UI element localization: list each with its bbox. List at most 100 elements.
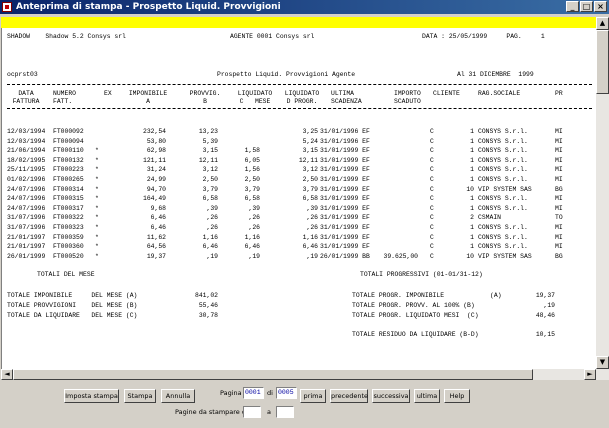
col-header-pr: PR <box>555 90 563 97</box>
cell-c: C <box>430 185 434 193</box>
cell-imp: 164,49 <box>142 195 166 203</box>
scroll-right-icon[interactable]: ► <box>584 369 596 380</box>
cell-imp: 6,46 <box>150 224 166 231</box>
cell-ex: * <box>95 176 99 183</box>
cell-liqp: 3,12 <box>302 166 318 174</box>
cell-scad: 31/01/1999 EF <box>320 156 370 164</box>
cell-pr: MI <box>555 147 563 155</box>
cell-data: 21/01/1997 <box>7 243 46 251</box>
horizontal-scroll-thumb[interactable] <box>13 369 533 380</box>
cell-imp: 53,80 <box>146 137 166 145</box>
report-period: Al 31 DICEMBRE 1999 <box>457 71 534 78</box>
cell-c: C <box>430 128 434 135</box>
print-from-field[interactable] <box>243 406 261 418</box>
cell-cli: 1 <box>470 156 474 164</box>
cell-data: 24/07/1996 <box>7 204 46 212</box>
vertical-scroll-thumb[interactable] <box>596 30 609 94</box>
total-month-label: TOTALE IMPONIBILE DEL MESE (A) <box>7 292 138 299</box>
cell-num: FT000359 <box>53 233 84 241</box>
total-month-label: TOTALE PROVVIGIONI DEL MESE (B) <box>7 302 138 309</box>
cell-num: FT000314 <box>53 185 84 193</box>
cell-data: 24/07/1996 <box>7 195 46 203</box>
maximize-icon[interactable]: □ <box>580 1 593 12</box>
cell-num: FT000265 <box>53 176 84 183</box>
page-total-field[interactable]: 0005 <box>276 387 297 399</box>
close-icon[interactable]: × <box>594 1 607 12</box>
scroll-up-icon[interactable]: ▲ <box>596 17 609 30</box>
cell-num: FT000360 <box>53 243 84 251</box>
cell-liqm: 1,58 <box>244 147 260 155</box>
cell-c: C <box>430 147 434 155</box>
cell-cli: 1 <box>470 204 474 212</box>
cell-pr: MI <box>555 166 563 174</box>
cell-c: C <box>430 137 434 145</box>
cell-ex: * <box>95 252 99 260</box>
cell-rag: CONSYS S.r.l. <box>478 176 528 183</box>
cell-rag: VIP SYSTEM SAS <box>478 252 532 260</box>
cell-num: FT000092 <box>53 128 84 135</box>
cell-liqm: 1,16 <box>244 233 260 241</box>
cell-rag: CONSYS S.r.l. <box>478 128 528 135</box>
cell-cli: 1 <box>470 128 474 135</box>
cell-liqp: ,26 <box>306 224 318 231</box>
report-preview: SHADOW Shadow 5.2 Consys srl AGENTE 0001… <box>1 28 597 381</box>
cell-liqp: 3,79 <box>302 185 318 193</box>
cell-rag: CONSYS S.r.l. <box>478 243 528 251</box>
successiva-button[interactable]: successiva <box>372 389 410 403</box>
cell-liqm: 1,56 <box>244 166 260 174</box>
cell-ex: * <box>95 147 99 155</box>
cell-imp: 9,68 <box>150 204 166 212</box>
cell-prov: 1,16 <box>202 233 218 241</box>
stampa-button[interactable]: Stampa <box>124 389 156 403</box>
annulla-button[interactable]: Annulla <box>161 389 195 403</box>
cell-c: C <box>430 156 434 164</box>
cell-rag: CONSYS S.r.l. <box>478 166 528 174</box>
cell-ex: * <box>95 224 99 231</box>
imposta-stampa-button[interactable]: Imposta stampa <box>64 389 119 403</box>
cell-num: FT000110 <box>53 147 84 155</box>
vertical-scrollbar[interactable]: ▲ ▼ <box>596 17 609 380</box>
cell-liqp: 5,24 <box>302 137 318 145</box>
cell-data: 18/02/1995 <box>7 156 46 164</box>
cell-scaduto: 39.625,00 <box>383 252 418 260</box>
col-header-liquidato-mese: LIQUIDATO C MESE <box>237 90 273 105</box>
scroll-left-icon[interactable]: ◄ <box>1 369 13 380</box>
horizontal-scrollbar[interactable]: ◄ ► <box>1 369 596 380</box>
cell-liqp: 6,46 <box>302 243 318 251</box>
precedente-button[interactable]: precedente <box>330 389 368 403</box>
totals-progressive-title: TOTALI PROGRESSIVI (01-01/31-12) <box>360 271 483 278</box>
cell-ex: * <box>95 156 99 164</box>
cell-data: 25/11/1995 <box>7 166 46 174</box>
cell-data: 31/07/1996 <box>7 224 46 231</box>
ultima-button[interactable]: ultima <box>414 389 440 403</box>
report-header-date: DATA : 25/05/1999 PAG. 1 <box>422 33 545 40</box>
minimize-icon[interactable]: _ <box>566 1 579 12</box>
cell-pr: BG <box>555 185 563 193</box>
cell-liqp: 3,15 <box>302 147 318 155</box>
total-month-value: 55,46 <box>198 302 218 309</box>
window-controls: _ □ × <box>565 1 607 12</box>
col-header-liquidato-progr: LIQUIDATO D PROGR. <box>284 90 320 105</box>
cell-prov: ,19 <box>206 252 218 260</box>
prima-button[interactable]: prima <box>300 389 326 403</box>
cell-cli: 1 <box>470 224 474 231</box>
cell-num: FT000223 <box>53 166 84 174</box>
cell-imp: 62,98 <box>146 147 166 155</box>
cell-pr: MI <box>555 128 563 135</box>
cell-ex: * <box>95 214 99 222</box>
title-bar[interactable]: Anteprima di stampa - Prospetto Liquid. … <box>0 0 609 14</box>
cell-liqm: ,26 <box>248 214 260 222</box>
col-header-numero: NUMERO FATT. <box>53 90 77 105</box>
cell-imp: 121,11 <box>142 156 166 164</box>
cell-c: C <box>430 243 434 251</box>
print-to-field[interactable] <box>276 406 294 418</box>
help-button[interactable]: Help <box>444 389 470 403</box>
cell-scad: 31/01/1999 EF <box>320 147 370 155</box>
page-current-field[interactable]: 0001 <box>243 387 264 399</box>
scroll-down-icon[interactable]: ▼ <box>596 356 609 369</box>
cell-prov: 2,50 <box>202 176 218 183</box>
cell-scad: 31/01/1999 EF <box>320 185 370 193</box>
cell-prov: ,39 <box>206 204 218 212</box>
cell-cli: 1 <box>470 147 474 155</box>
cell-imp: 24,99 <box>146 176 166 183</box>
